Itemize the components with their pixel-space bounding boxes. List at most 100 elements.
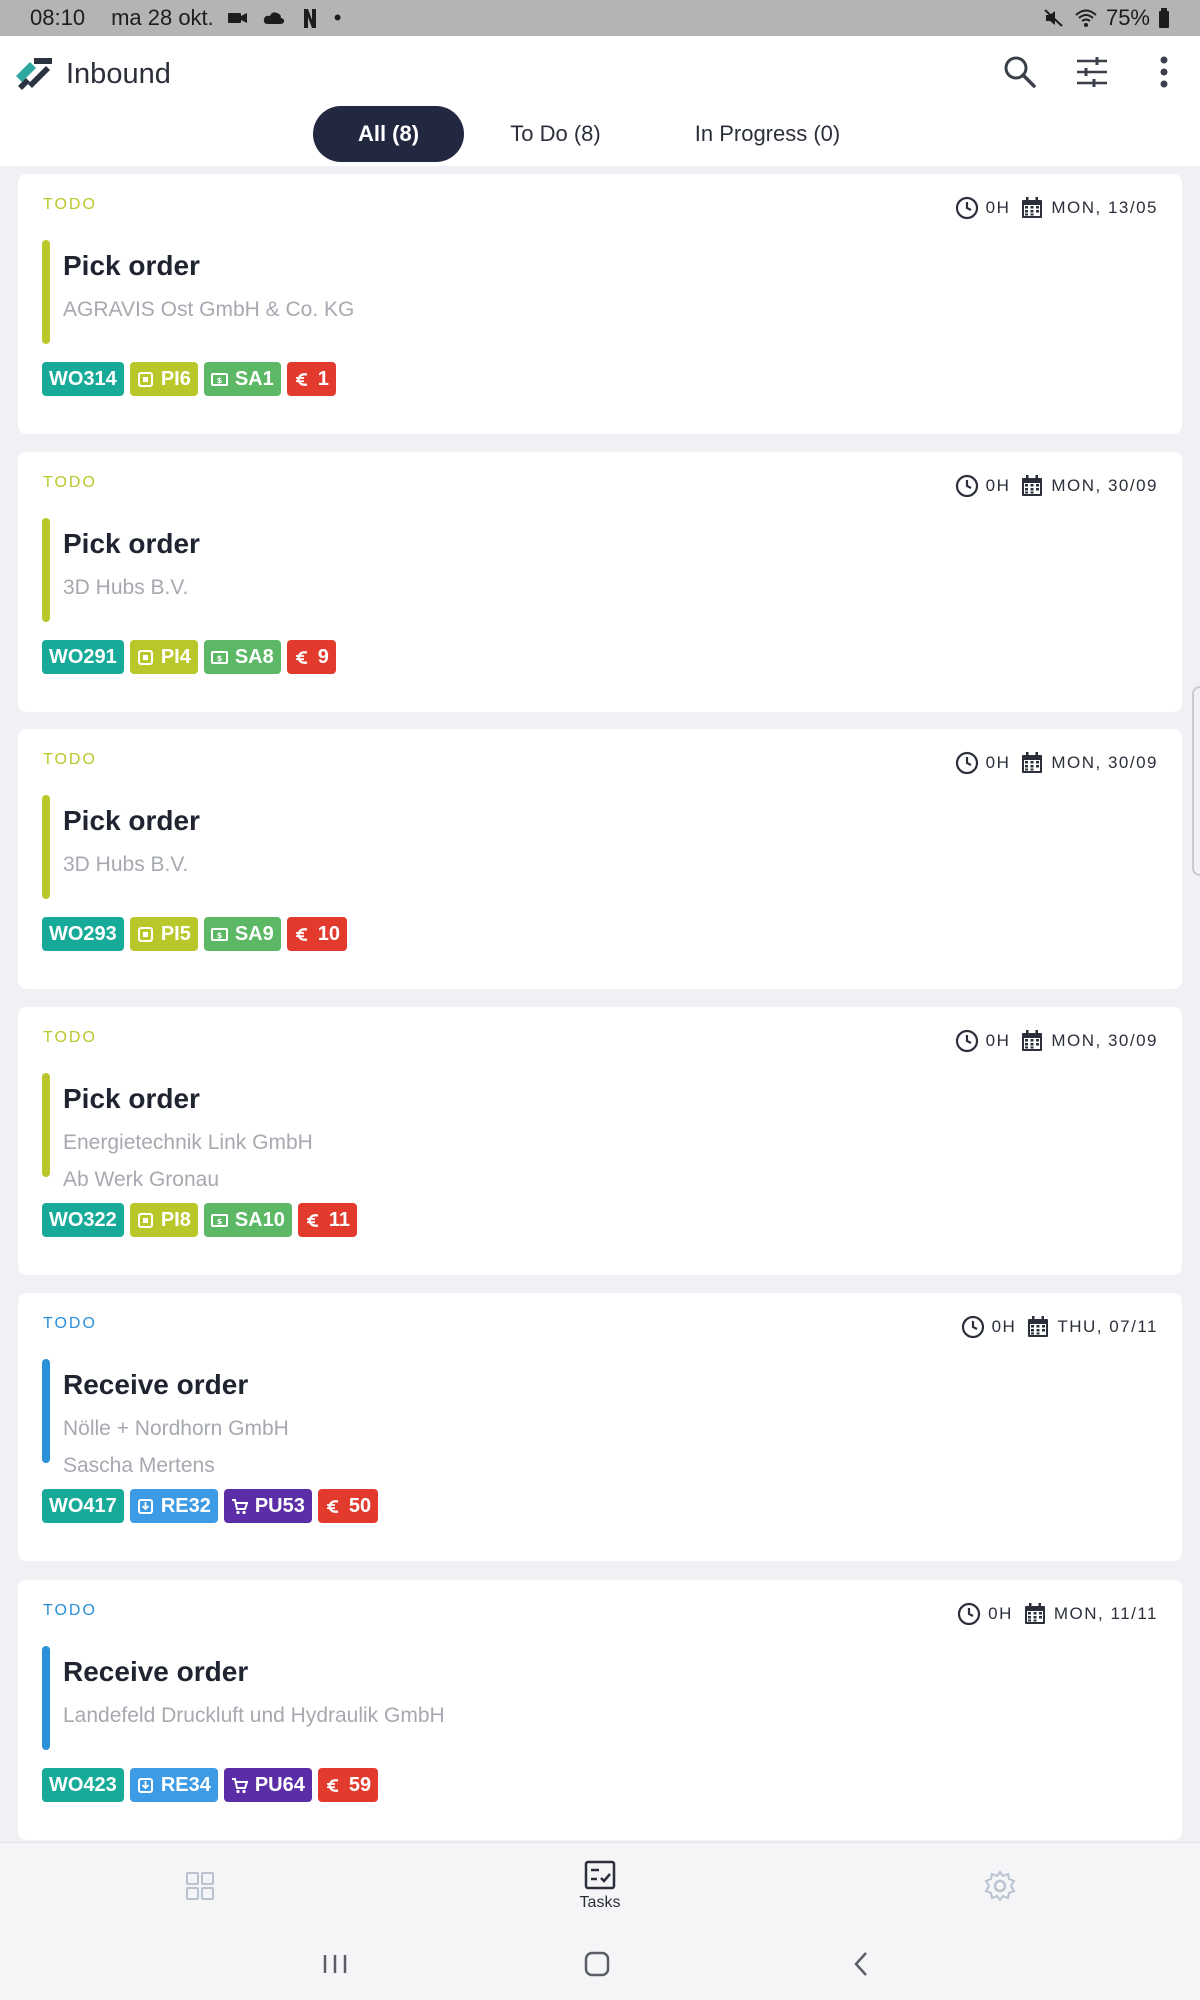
badge-label: PU64: [254, 1773, 305, 1796]
clock-icon: [955, 1029, 978, 1053]
badge-label: SA1: [234, 367, 274, 390]
task-badges: WO314 PI6 $ SA1 1: [42, 362, 336, 396]
badge-cart[interactable]: PU64: [223, 1768, 312, 1802]
task-customer: 3D Hubs B.V.: [63, 853, 189, 876]
badge-work-order[interactable]: WO293: [42, 917, 124, 951]
badge-label: PI5: [160, 922, 191, 945]
recent-apps-button[interactable]: [310, 1944, 360, 1984]
tab-in-progress[interactable]: In Progress (0): [660, 106, 875, 162]
badge-euro[interactable]: 1: [286, 362, 336, 396]
badge-label: WO314: [49, 367, 117, 390]
task-customer: Nölle + Nordhorn GmbH: [63, 1417, 289, 1440]
task-status: TODO: [43, 474, 97, 491]
task-list[interactable]: TODO 0H MON, 13/05 Pick order AGRAVIS Ost Gm…: [0, 166, 1200, 1842]
pick-icon: [137, 1212, 153, 1228]
badge-work-order[interactable]: WO322: [42, 1203, 124, 1237]
task-card[interactable]: TODO 0H MON, 11/11 Receive order Landefeld D…: [18, 1580, 1182, 1840]
nav-tasks[interactable]: Tasks: [520, 1843, 680, 1929]
badge-sale[interactable]: $ SA9: [203, 917, 281, 951]
task-badges: WO322 PI8 $ SA10 11: [42, 1203, 358, 1237]
task-title: Pick order: [63, 1083, 200, 1114]
badge-work-order[interactable]: WO314: [42, 362, 124, 396]
svg-text:$: $: [217, 1217, 223, 1226]
tune-icon: [1077, 57, 1107, 87]
task-accent-bar: [42, 1073, 50, 1177]
task-status: TODO: [43, 1602, 97, 1619]
badge-label: PI6: [160, 367, 191, 390]
task-card[interactable]: TODO 0H MON, 30/09 Pick order 3D Hubs B.V. WO…: [18, 452, 1182, 712]
task-badges: WO417 RE32 PU53 50: [42, 1489, 379, 1523]
badge-euro[interactable]: 50: [317, 1489, 379, 1523]
battery-percent: 75%: [1105, 5, 1150, 30]
filter-button[interactable]: [1070, 50, 1114, 94]
task-customer: Energietechnik Link GmbH: [63, 1131, 313, 1154]
task-card[interactable]: TODO 0H MON, 30/09 Pick order 3D Hubs B.V. WO…: [18, 729, 1182, 989]
badge-euro[interactable]: 59: [317, 1768, 379, 1802]
tab-all[interactable]: All (8): [313, 106, 464, 162]
task-status: TODO: [43, 196, 97, 213]
badge-label: 50: [348, 1494, 372, 1517]
task-accent-bar: [42, 1359, 50, 1463]
badge-label: PI4: [160, 645, 191, 668]
tab-bar: All (8) To Do (8) In Progress (0): [0, 106, 1200, 162]
badge-sale[interactable]: $ SA8: [203, 640, 281, 674]
badge-label: SA10: [234, 1208, 285, 1231]
badge-label: SA9: [234, 922, 274, 945]
badge-sale[interactable]: $ SA10: [203, 1203, 292, 1237]
badge-pick[interactable]: PI4: [129, 640, 198, 674]
status-bar: 08:10 ma 28 okt. • 75%: [0, 0, 1200, 36]
task-card[interactable]: TODO 0H MON, 13/05 Pick order AGRAVIS Ost Gm…: [18, 174, 1182, 434]
more-options-button[interactable]: [1142, 50, 1186, 94]
pick-icon: [137, 926, 153, 942]
home-button[interactable]: [572, 1944, 622, 1984]
badge-receive[interactable]: RE32: [129, 1489, 218, 1523]
badge-work-order[interactable]: WO417: [42, 1489, 124, 1523]
euro-icon: [326, 1499, 339, 1513]
task-meta: 0H THU, 07/11: [961, 1315, 1158, 1339]
nav-settings[interactable]: [920, 1843, 1080, 1929]
clock-icon: [955, 751, 978, 775]
sale-icon: $: [210, 650, 228, 664]
badge-euro[interactable]: 9: [286, 640, 336, 674]
netflix-icon: [303, 9, 316, 28]
badge-euro[interactable]: 10: [286, 917, 347, 951]
video-icon: [227, 13, 247, 23]
task-card[interactable]: TODO 0H MON, 30/09 Pick order Energietechnik…: [18, 1007, 1182, 1275]
badge-label: SA8: [234, 645, 274, 668]
cart-icon: [231, 1777, 248, 1793]
badge-work-order[interactable]: WO423: [42, 1768, 124, 1802]
badge-pick[interactable]: PI6: [129, 362, 198, 396]
task-customer: Landefeld Druckluft und Hydraulik GmbH: [63, 1704, 445, 1727]
page-title: Inbound: [66, 58, 171, 90]
nav-dashboard[interactable]: [120, 1843, 280, 1929]
status-time: 08:10: [30, 5, 86, 30]
pick-icon: [137, 371, 153, 387]
task-status: TODO: [43, 751, 97, 768]
badge-pick[interactable]: PI5: [129, 917, 198, 951]
back-button[interactable]: [836, 1944, 886, 1984]
status-dot: •: [333, 5, 342, 30]
calendar-icon: [1022, 197, 1043, 218]
badge-cart[interactable]: PU53: [223, 1489, 312, 1523]
clock-icon: [955, 474, 978, 498]
wifi-icon: [1075, 9, 1097, 27]
badge-euro[interactable]: 11: [297, 1203, 358, 1237]
sale-icon: $: [210, 1213, 228, 1227]
badge-sale[interactable]: $ SA1: [203, 362, 281, 396]
task-card[interactable]: TODO 0H THU, 07/11 Receive order Nölle + Nor…: [18, 1293, 1182, 1561]
search-button[interactable]: [998, 50, 1042, 94]
app-bar: Inbound All (8) To Do (8) In Progress (0…: [0, 36, 1200, 166]
task-status: TODO: [43, 1315, 97, 1332]
badge-pick[interactable]: PI8: [129, 1203, 198, 1237]
tab-to-do[interactable]: To Do (8): [480, 106, 631, 162]
task-duration: 0H: [988, 1604, 1013, 1623]
scroll-handle[interactable]: [1192, 686, 1200, 876]
task-date: MON, 13/05: [1051, 198, 1158, 217]
task-date: MON, 30/09: [1051, 753, 1158, 772]
calendar-icon: [1022, 475, 1043, 496]
task-duration: 0H: [985, 1031, 1011, 1050]
nav-tasks-label: Tasks: [579, 1894, 621, 1911]
svg-text:$: $: [217, 654, 223, 663]
badge-receive[interactable]: RE34: [129, 1768, 218, 1802]
badge-work-order[interactable]: WO291: [42, 640, 124, 674]
